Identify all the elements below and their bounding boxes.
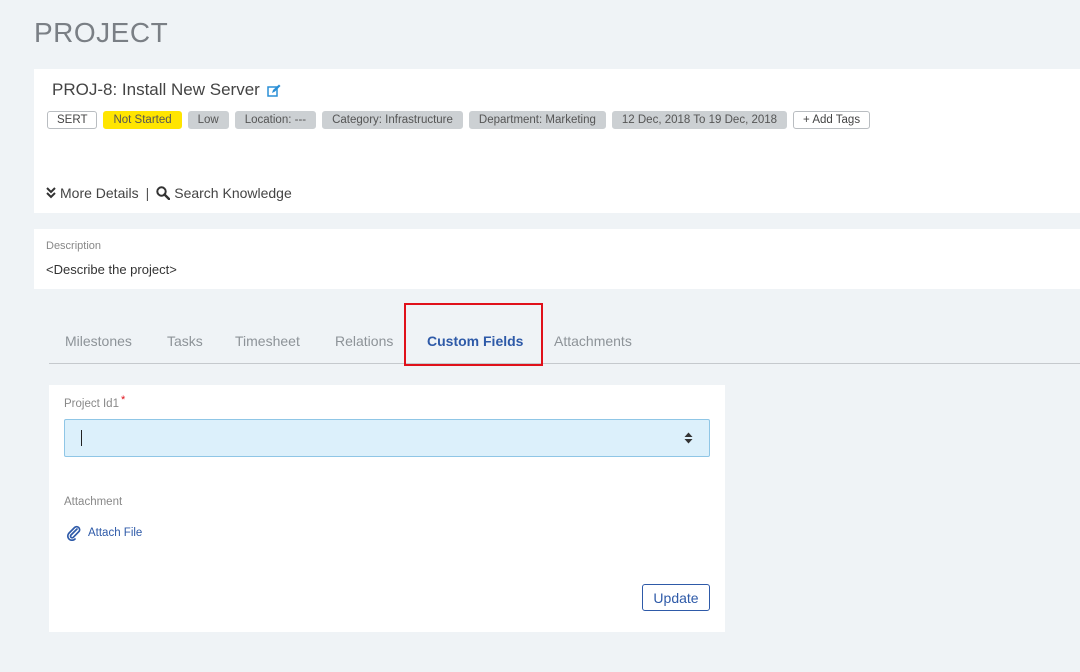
link-separator: | bbox=[145, 185, 150, 201]
paperclip-icon bbox=[66, 525, 81, 541]
project-id-input[interactable] bbox=[64, 419, 710, 457]
priority-tag: Low bbox=[187, 111, 229, 129]
project-header-card: PROJ-8: Install New Server SERT Not Star… bbox=[34, 69, 1080, 213]
spinner-arrows-icon[interactable] bbox=[684, 432, 693, 444]
project-id-label-text: Project Id1 bbox=[64, 398, 119, 410]
text-caret bbox=[81, 430, 82, 446]
description-label: Description bbox=[46, 240, 102, 252]
project-id-label: Project Id1 * bbox=[64, 394, 125, 410]
double-chevron-down-icon bbox=[46, 187, 56, 199]
search-knowledge-link[interactable]: Search Knowledge bbox=[156, 185, 292, 201]
more-details-link[interactable]: More Details bbox=[46, 185, 139, 201]
category-tag: Category: Infrastructure bbox=[322, 111, 463, 129]
project-title-row: PROJ-8: Install New Server bbox=[52, 80, 281, 100]
edit-icon[interactable] bbox=[267, 83, 281, 97]
description-card: Description <Describe the project> bbox=[34, 229, 1080, 289]
tab-milestones[interactable]: Milestones bbox=[65, 333, 132, 349]
custom-fields-form: Project Id1 * Attachment Attach File Upda… bbox=[49, 385, 725, 632]
attach-file-link[interactable]: Attach File bbox=[66, 525, 142, 541]
page-title: PROJECT bbox=[34, 17, 169, 48]
active-tab-highlight bbox=[404, 303, 543, 366]
status-badge: Not Started bbox=[103, 111, 182, 129]
date-range-tag: 12 Dec, 2018 To 19 Dec, 2018 bbox=[611, 111, 788, 129]
tab-tasks[interactable]: Tasks bbox=[167, 333, 203, 349]
add-tags-button[interactable]: + Add Tags bbox=[793, 111, 871, 129]
search-icon bbox=[156, 186, 171, 200]
tag-list: SERT Not Started Low Location: --- Categ… bbox=[47, 111, 871, 129]
attachment-label: Attachment bbox=[64, 496, 123, 508]
required-mark: * bbox=[120, 394, 126, 406]
description-text[interactable]: <Describe the project> bbox=[46, 262, 177, 277]
location-tag: Location: --- bbox=[234, 111, 317, 129]
tab-bar: Milestones Tasks Timesheet Relations Cus… bbox=[49, 318, 1080, 364]
department-tag: Department: Marketing bbox=[468, 111, 606, 129]
type-tag: SERT bbox=[47, 111, 98, 129]
tab-relations[interactable]: Relations bbox=[335, 333, 393, 349]
tab-timesheet[interactable]: Timesheet bbox=[235, 333, 300, 349]
detail-links: More Details | Search Knowledge bbox=[46, 185, 292, 201]
search-knowledge-label: Search Knowledge bbox=[174, 185, 292, 201]
project-title: PROJ-8: Install New Server bbox=[52, 80, 260, 99]
tab-attachments[interactable]: Attachments bbox=[554, 333, 632, 349]
attach-file-label: Attach File bbox=[88, 527, 143, 539]
update-button[interactable]: Update bbox=[642, 584, 710, 611]
more-details-label: More Details bbox=[60, 185, 139, 201]
